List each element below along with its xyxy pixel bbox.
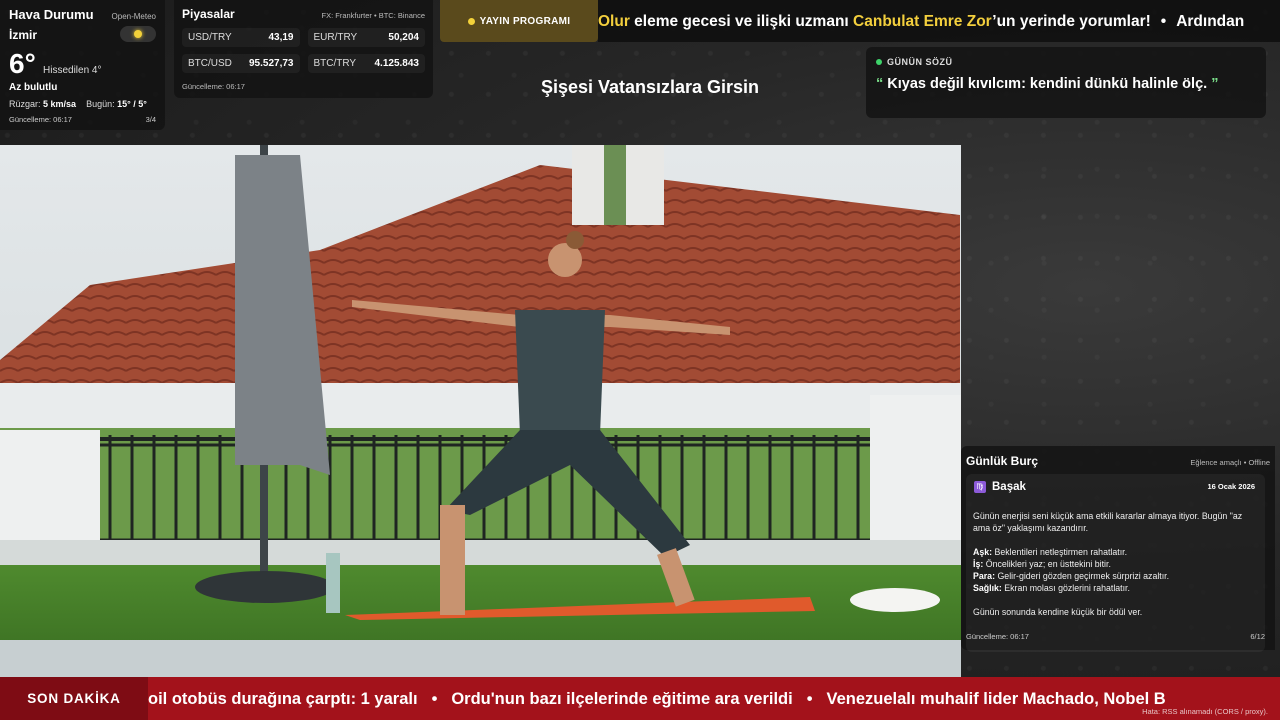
breaking-news-item[interactable]: Venezuelalı muhalif lider Machado, Nobel… bbox=[826, 690, 1165, 708]
horoscope-date: 16 Ocak 2026 bbox=[1207, 482, 1255, 491]
show-title: Şişesi Vatansızlara Girsin bbox=[540, 77, 760, 97]
quote-close-mark: ” bbox=[1211, 76, 1219, 92]
market-label: USD/TRY bbox=[188, 32, 232, 43]
horoscope-body: Günün enerjisi seni küçük ama etkili kar… bbox=[973, 510, 1257, 630]
horoscope-row-label: Aşk: bbox=[973, 547, 993, 557]
today-label: Bugün: bbox=[86, 99, 115, 109]
ticker-separator: • bbox=[806, 690, 813, 708]
quote-label: GÜNÜN SÖZÜ bbox=[887, 57, 953, 67]
horoscope-widget: Günlük Burç Eğlence amaçlı • Offline ♍ B… bbox=[961, 446, 1275, 652]
weather-widget: Hava Durumu Open-Meteo İzmir 6° Hissedil… bbox=[0, 0, 165, 130]
ticker-text: eleme gecesi ve ilişki uzmanı bbox=[629, 13, 854, 30]
market-value: 4.125.843 bbox=[374, 58, 420, 69]
breaking-news-item[interactable]: oil otobüs durağına çarptı: 1 yaralı bbox=[148, 690, 418, 708]
market-label: EUR/TRY bbox=[313, 32, 358, 43]
weather-condition: Az bulutlu bbox=[9, 82, 58, 93]
horoscope-page-indicator: 6/12 bbox=[1250, 632, 1265, 641]
horoscope-row-text: Öncelikleri yaz; en üsttekini bitir. bbox=[983, 559, 1111, 569]
market-label: BTC/TRY bbox=[313, 58, 357, 69]
market-item-eur-try: EUR/TRY 50,204 bbox=[307, 28, 425, 47]
quote-text-line: “ Kıyas değil kıvılcım: kendini dünkü ha… bbox=[876, 76, 1256, 92]
weather-page-indicator: 3/4 bbox=[145, 115, 156, 124]
market-value: 50,204 bbox=[388, 32, 419, 43]
horoscope-intro: Günün enerjisi seni küçük ama etkili kar… bbox=[973, 511, 1243, 533]
ticker-separator: • bbox=[1160, 13, 1167, 30]
horoscope-row-label: İş: bbox=[973, 559, 984, 569]
horoscope-source: Eğlence amaçlı • Offline bbox=[1190, 458, 1270, 467]
market-item-btc-try: BTC/TRY 4.125.843 bbox=[307, 54, 425, 73]
live-dot-icon bbox=[467, 17, 475, 25]
horoscope-updated: Güncelleme: 06:17 bbox=[966, 632, 1029, 641]
breaking-news-item[interactable]: Ordu'nun bazı ilçelerinde eğitime ara ve… bbox=[451, 690, 792, 708]
ticker-text-end: ’un yerinde yorumlar! bbox=[992, 13, 1151, 30]
program-ticker: Olur eleme gecesi ve ilişki uzmanı Canbu… bbox=[598, 0, 1280, 42]
horoscope-row-label: Sağlık: bbox=[973, 583, 1002, 593]
video-player[interactable] bbox=[0, 145, 961, 677]
virgo-icon: ♍ bbox=[974, 481, 986, 493]
quote-widget: GÜNÜN SÖZÜ “ Kıyas değil kıvılcım: kendi… bbox=[866, 47, 1266, 118]
markets-source: FX: Frankfurter • BTC: Binance bbox=[321, 11, 426, 20]
horoscope-closing: Günün sonunda kendine küçük bir ödül ver… bbox=[973, 607, 1143, 617]
markets-widget: Piyasalar FX: Frankfurter • BTC: Binance… bbox=[174, 0, 433, 98]
horoscope-sign: Başak bbox=[992, 481, 1026, 493]
breaking-news-error-note: Hata: RSS alınamadı (CORS / proxy). bbox=[1142, 707, 1268, 716]
ticker-highlight-name: Canbulat Emre Zor bbox=[853, 13, 993, 30]
weather-feels-like: Hissedilen 4° bbox=[43, 65, 102, 76]
breaking-news-ticker: oil otobüs durağına çarptı: 1 yaralı • Ord… bbox=[148, 677, 1280, 720]
breaking-news-bar: SON DAKİKA oil otobüs durağına çarptı: 1… bbox=[0, 677, 1280, 720]
market-label: BTC/USD bbox=[188, 58, 232, 69]
ticker-highlight-start: Olur bbox=[598, 13, 630, 30]
quote-text: Kıyas değil kıvılcım: kendini dünkü hali… bbox=[883, 76, 1212, 92]
horoscope-row-text: Ekran molası gözlerini rahatlatır. bbox=[1001, 583, 1130, 593]
ticker-separator: • bbox=[431, 690, 438, 708]
market-value: 95.527,73 bbox=[249, 58, 294, 69]
ticker-next: Ardından bbox=[1176, 13, 1245, 30]
weather-temperature: 6° bbox=[9, 48, 36, 79]
markets-title: Piyasalar bbox=[182, 7, 235, 21]
market-item-usd-try: USD/TRY 43,19 bbox=[182, 28, 300, 47]
partly-cloudy-icon bbox=[120, 26, 156, 42]
breaking-news-label: SON DAKİKA bbox=[0, 677, 148, 720]
horoscope-card: ♍ Başak 16 Ocak 2026 Günün enerjisi seni… bbox=[966, 474, 1265, 652]
program-schedule-badge[interactable]: YAYIN PROGRAMI bbox=[440, 0, 598, 42]
markets-updated: Güncelleme: 06:17 bbox=[182, 82, 245, 91]
weather-title: Hava Durumu bbox=[9, 7, 94, 22]
wind-value: 5 km/sa bbox=[43, 99, 77, 109]
live-dot-icon bbox=[876, 59, 882, 65]
horoscope-title: Günlük Burç bbox=[966, 454, 1039, 468]
today-value: 15° / 5° bbox=[117, 99, 147, 109]
weather-details: Rüzgar: 5 km/sa Bugün: 15° / 5° bbox=[9, 99, 147, 109]
horoscope-row-label: Para: bbox=[973, 571, 996, 581]
wind-label: Rüzgar: bbox=[9, 99, 41, 109]
horoscope-row-text: Beklentileri netleştirmen rahatlatır. bbox=[992, 547, 1128, 557]
market-item-btc-usd: BTC/USD 95.527,73 bbox=[182, 54, 300, 73]
market-value: 43,19 bbox=[268, 32, 294, 43]
horoscope-details: Aşk: Beklentileri netleştirmen rahatlatı… bbox=[973, 546, 1257, 594]
video-frame-image bbox=[0, 145, 961, 677]
weather-source: Open-Meteo bbox=[111, 12, 156, 21]
program-label: YAYIN PROGRAMI bbox=[479, 15, 571, 27]
weather-updated: Güncelleme: 06:17 bbox=[9, 115, 72, 124]
horoscope-row-text: Gelir-gideri gözden geçirmek sürprizi az… bbox=[995, 571, 1170, 581]
